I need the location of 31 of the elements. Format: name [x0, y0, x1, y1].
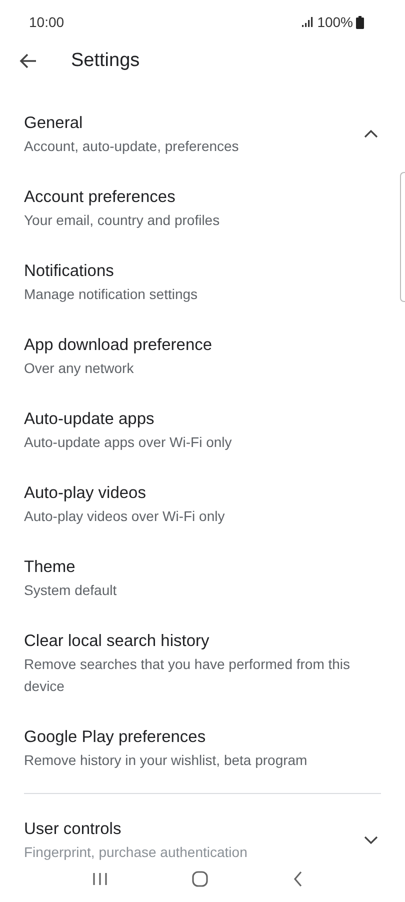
setting-title[interactable]: Clear local search history: [24, 629, 381, 653]
status-time: 10:00: [29, 14, 64, 30]
setting-subtitle: Auto-update apps over Wi-Fi only: [24, 433, 233, 452]
section-subtitle: Fingerprint, purchase authentication: [24, 843, 248, 862]
setting-title[interactable]: Notifications: [24, 259, 381, 283]
recent-apps-icon[interactable]: [92, 872, 108, 886]
signal-icon: [302, 17, 314, 27]
setting-title[interactable]: Auto-play videos: [24, 481, 381, 505]
setting-subtitle: Over any network: [24, 359, 135, 378]
setting-subtitle: Remove history in your wishlist, beta program: [24, 751, 308, 770]
setting-title[interactable]: Google Play preferences: [24, 725, 381, 749]
setting-subtitle: Manage notification settings: [24, 285, 199, 304]
setting-subtitle: Remove searches that you have performed from this device: [24, 655, 352, 696]
section-subtitle: Account, auto-update, preferences: [24, 137, 240, 156]
setting-subtitle: System default: [24, 581, 118, 600]
setting-title[interactable]: Account preferences: [24, 185, 381, 209]
setting-title[interactable]: Theme: [24, 555, 381, 579]
page-title: Settings: [71, 50, 140, 72]
back-arrow-icon[interactable]: [19, 53, 37, 69]
setting-subtitle: Auto-play videos over Wi-Fi only: [24, 507, 226, 526]
back-icon[interactable]: [292, 871, 303, 887]
setting-title[interactable]: Auto-update apps: [24, 407, 381, 431]
home-icon[interactable]: [192, 871, 208, 887]
section-title[interactable]: User controls: [24, 817, 364, 841]
setting-title[interactable]: App download preference: [24, 333, 381, 357]
battery-icon: [356, 16, 364, 28]
setting-subtitle: Your email, country and profiles: [24, 211, 221, 230]
chevron-up-icon[interactable]: [364, 130, 378, 138]
section-title[interactable]: General: [24, 111, 364, 135]
battery-percentage: 100%: [317, 14, 353, 30]
chevron-down-icon[interactable]: [364, 836, 378, 844]
